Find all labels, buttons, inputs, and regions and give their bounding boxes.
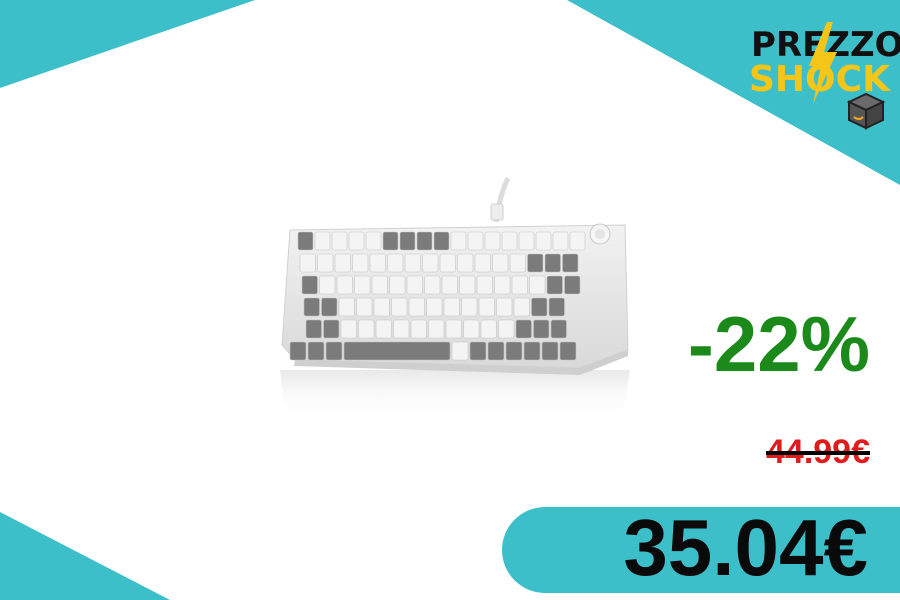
- lightning-bolt-icon: [809, 22, 837, 104]
- keycap: [552, 231, 569, 251]
- keycap: [406, 275, 423, 295]
- keycap: [463, 319, 480, 339]
- keycap: [399, 231, 416, 251]
- keycap: [515, 319, 532, 339]
- keycap: [548, 297, 565, 317]
- keycap: [289, 341, 307, 361]
- keycap: [352, 253, 369, 273]
- keycap: [569, 231, 586, 251]
- keycap: [369, 253, 386, 273]
- keycap: [301, 275, 318, 295]
- new-price: 35.04€: [623, 503, 868, 592]
- keycap: [546, 275, 563, 295]
- keycap: [511, 275, 528, 295]
- keycap: [321, 297, 338, 317]
- keycap: [317, 253, 334, 273]
- keycap: [382, 231, 399, 251]
- keycap: [513, 297, 530, 317]
- keycap: [358, 319, 375, 339]
- keycap: [408, 297, 425, 317]
- keycap: [439, 253, 456, 273]
- keycap: [518, 231, 535, 251]
- keycap: [428, 319, 445, 339]
- keycap: [501, 231, 518, 251]
- keycap: [487, 341, 505, 361]
- keycap: [533, 319, 550, 339]
- keycap: [457, 253, 474, 273]
- keycap: [338, 297, 355, 317]
- keycap: [544, 253, 561, 273]
- keycap: [340, 319, 357, 339]
- keycap: [467, 231, 484, 251]
- package-box-icon: [846, 92, 886, 130]
- keycap: [559, 341, 577, 361]
- keycap: [433, 231, 450, 251]
- keycap: [461, 297, 478, 317]
- keycap: [375, 319, 392, 339]
- keycap: [365, 231, 382, 251]
- keycap: [303, 297, 320, 317]
- keycap: [523, 341, 541, 361]
- keycap: [564, 275, 581, 295]
- keycap: [531, 297, 548, 317]
- keycap: [393, 319, 410, 339]
- keycap: [441, 275, 458, 295]
- keycap: [550, 319, 567, 339]
- keycap: [469, 341, 487, 361]
- keycap: [527, 253, 544, 273]
- keycap: [459, 275, 476, 295]
- keycap: [505, 341, 523, 361]
- keycap: [371, 275, 388, 295]
- keycap: [319, 275, 336, 295]
- keycap: [450, 231, 467, 251]
- old-price: 44.99€: [766, 433, 870, 471]
- keycap: [416, 231, 433, 251]
- keycap: [474, 253, 491, 273]
- keycap: [348, 231, 365, 251]
- keycap: [535, 231, 552, 251]
- keycap: [443, 297, 460, 317]
- keycap: [422, 253, 439, 273]
- keycap: [334, 253, 351, 273]
- keycap: [424, 275, 441, 295]
- keycap: [478, 297, 495, 317]
- keycap: [484, 231, 501, 251]
- keycap: [305, 319, 322, 339]
- keycap: [323, 319, 340, 339]
- keycap: [529, 275, 546, 295]
- keycap: [496, 297, 513, 317]
- keycap: [562, 253, 579, 273]
- keycap: [343, 341, 451, 361]
- keycap: [307, 341, 325, 361]
- keycap: [391, 297, 408, 317]
- keycap: [331, 231, 348, 251]
- keycap: [492, 253, 509, 273]
- keycap: [314, 231, 331, 251]
- keycap: [325, 341, 343, 361]
- discount-percent: -22%: [687, 300, 870, 388]
- keycap: [373, 297, 390, 317]
- keycap: [336, 275, 353, 295]
- keycap: [389, 275, 406, 295]
- keycap: [541, 341, 559, 361]
- keycap: [509, 253, 526, 273]
- keycap: [354, 275, 371, 295]
- keycap: [356, 297, 373, 317]
- bg-bottom-left-shape: [0, 512, 170, 600]
- bg-top-left-shape: [0, 0, 255, 88]
- brand-logo: PREZZO SHOCK: [745, 22, 900, 132]
- keyboard-image: [280, 176, 630, 420]
- keycap: [451, 341, 469, 361]
- keycap: [494, 275, 511, 295]
- keycap: [410, 319, 427, 339]
- keycap: [426, 297, 443, 317]
- keycap: [480, 319, 497, 339]
- keycap: [498, 319, 515, 339]
- keycap: [404, 253, 421, 273]
- keycap: [299, 253, 316, 273]
- keycap: [445, 319, 462, 339]
- keycap: [387, 253, 404, 273]
- keycap: [297, 231, 314, 251]
- keycap: [476, 275, 493, 295]
